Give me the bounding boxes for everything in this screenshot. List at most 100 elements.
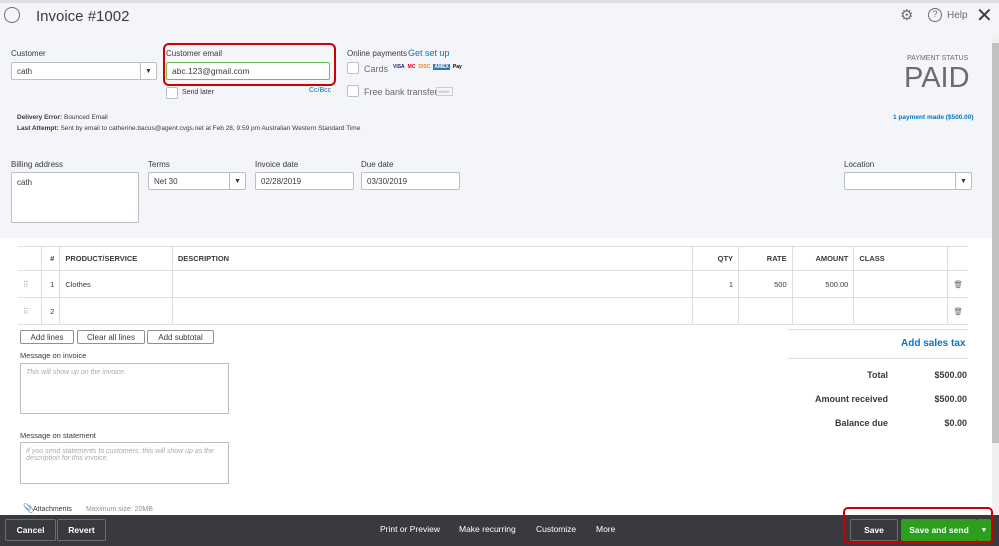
table-header: # PRODUCT/SERVICE DESCRIPTION QTY RATE A…: [18, 246, 968, 271]
balance-due-value: $0.00: [944, 418, 967, 428]
bank-transfer-checkbox[interactable]: [347, 85, 359, 97]
row-number: 1: [41, 270, 61, 298]
add-lines-button[interactable]: Add lines: [20, 330, 74, 344]
trash-icon[interactable]: 🗑: [947, 297, 968, 325]
total-label: Total: [867, 370, 888, 380]
top-border: [0, 0, 999, 3]
line-items-table: # PRODUCT/SERVICE DESCRIPTION QTY RATE A…: [18, 246, 968, 325]
customer-email-input[interactable]: abc.123@gmail.com: [166, 62, 330, 80]
discover-icon: DISC: [418, 64, 431, 70]
page-title: Invoice #1002: [36, 8, 130, 25]
amount-received-label: Amount received: [814, 394, 888, 404]
delivery-error-value: Bounced Email: [63, 114, 108, 121]
scrollbar[interactable]: [992, 35, 999, 515]
table-row[interactable]: ⠿ 2 🗑: [18, 297, 968, 325]
message-invoice-input[interactable]: This will show up on the invoice.: [20, 363, 229, 414]
row-qty[interactable]: 1: [692, 270, 740, 298]
col-product: PRODUCT/SERVICE: [59, 246, 173, 271]
delivery-error-label: Delivery Error:: [17, 114, 63, 121]
billing-address-value: cath: [17, 178, 33, 187]
get-set-up-link[interactable]: Get set up: [408, 48, 450, 58]
save-and-send-button[interactable]: Save and send: [901, 519, 977, 541]
location-select[interactable]: ▼: [844, 172, 972, 190]
invoice-date-label: Invoice date: [255, 160, 299, 169]
save-options-dropdown[interactable]: ▼: [977, 519, 991, 541]
row-description[interactable]: [172, 270, 694, 298]
customize-button[interactable]: Customize: [536, 524, 576, 534]
billing-address-label: Billing address: [11, 160, 64, 169]
due-date-input[interactable]: 03/30/2019: [361, 172, 460, 190]
scrollbar-thumb[interactable]: [992, 43, 999, 443]
payment-made-link[interactable]: 1 payment made ($500.00): [893, 114, 974, 121]
col-amount: AMOUNT: [792, 246, 855, 271]
last-attempt-label: Last Attempt:: [17, 125, 59, 132]
customer-email-label: Customer email: [166, 49, 223, 58]
col-qty: QTY: [692, 246, 740, 271]
bank-badge: BANK: [436, 87, 453, 96]
help-icon[interactable]: ?: [928, 8, 942, 22]
cards-checkbox[interactable]: [347, 62, 359, 74]
make-recurring-button[interactable]: Make recurring: [459, 524, 516, 534]
last-attempt-value: Sent by email to catherine.bacus@agent.c…: [60, 125, 361, 132]
clear-all-lines-button[interactable]: Clear all lines: [77, 330, 145, 344]
add-sales-tax-link[interactable]: Add sales tax: [901, 338, 965, 349]
billing-address-input[interactable]: cath: [11, 172, 139, 223]
cards-label: Cards: [364, 64, 389, 74]
trash-icon[interactable]: 🗑: [947, 270, 968, 298]
revert-button[interactable]: Revert: [57, 519, 106, 541]
row-qty[interactable]: [692, 297, 740, 325]
total-value: $500.00: [934, 370, 967, 380]
due-date-value: 03/30/2019: [367, 176, 408, 186]
row-rate[interactable]: [738, 297, 793, 325]
row-product[interactable]: Clothes: [59, 270, 173, 298]
chevron-down-icon: ▼: [229, 173, 245, 189]
gear-icon[interactable]: ⚙: [900, 6, 913, 24]
history-icon[interactable]: [4, 7, 20, 23]
chevron-down-icon: ▼: [955, 173, 971, 189]
divider: [788, 358, 968, 359]
drag-handle-icon[interactable]: ⠿: [18, 297, 43, 325]
row-number: 2: [41, 297, 61, 325]
due-date-label: Due date: [361, 160, 394, 169]
amount-received-value: $500.00: [934, 394, 967, 404]
location-label: Location: [844, 160, 875, 169]
col-class: CLASS: [853, 246, 949, 271]
apple-pay-icon: Pay: [452, 64, 462, 70]
send-later-checkbox[interactable]: [166, 87, 178, 99]
visa-icon: VISA: [393, 64, 405, 70]
row-product[interactable]: [59, 297, 173, 325]
drag-handle-icon[interactable]: ⠿: [18, 270, 43, 298]
add-subtotal-button[interactable]: Add subtotal: [147, 330, 214, 344]
row-class[interactable]: [853, 297, 949, 325]
more-button[interactable]: More: [596, 524, 615, 534]
cc-bcc-link[interactable]: Cc/Bcc: [309, 87, 331, 94]
save-button[interactable]: Save: [850, 519, 898, 541]
row-amount[interactable]: [792, 297, 855, 325]
payment-status-value: PAID: [904, 62, 970, 94]
help-link[interactable]: Help: [947, 10, 968, 21]
col-rate: RATE: [738, 246, 793, 271]
col-number: #: [41, 246, 61, 271]
mastercard-icon: MC: [407, 64, 416, 70]
invoice-date-input[interactable]: 02/28/2019: [255, 172, 354, 190]
customer-value: cath: [17, 66, 33, 76]
message-statement-input[interactable]: If you send statements to customers, thi…: [20, 442, 229, 484]
terms-select[interactable]: Net 30 ▼: [148, 172, 246, 190]
invoice-header-panel: [0, 0, 999, 238]
table-row[interactable]: ⠿ 1 Clothes 1 500 500.00 🗑: [18, 270, 968, 298]
row-description[interactable]: [172, 297, 694, 325]
bank-transfer-label: Free bank transfer: [364, 87, 438, 97]
row-rate[interactable]: 500: [738, 270, 793, 298]
cancel-button[interactable]: Cancel: [5, 519, 56, 541]
divider: [788, 329, 968, 330]
row-class[interactable]: [853, 270, 949, 298]
attachments-label[interactable]: Attachments: [33, 506, 72, 513]
customer-select[interactable]: cath ▼: [11, 62, 157, 80]
row-amount[interactable]: 500.00: [792, 270, 855, 298]
print-preview-button[interactable]: Print or Preview: [380, 524, 440, 534]
customer-label: Customer: [11, 49, 46, 58]
close-icon[interactable]: ✕: [976, 3, 993, 28]
card-brands-icons: VISA MC DISC AMEX Pay: [393, 64, 462, 70]
message-invoice-label: Message on invoice: [20, 351, 87, 360]
last-attempt: Last Attempt: Sent by email to catherine…: [17, 125, 360, 132]
